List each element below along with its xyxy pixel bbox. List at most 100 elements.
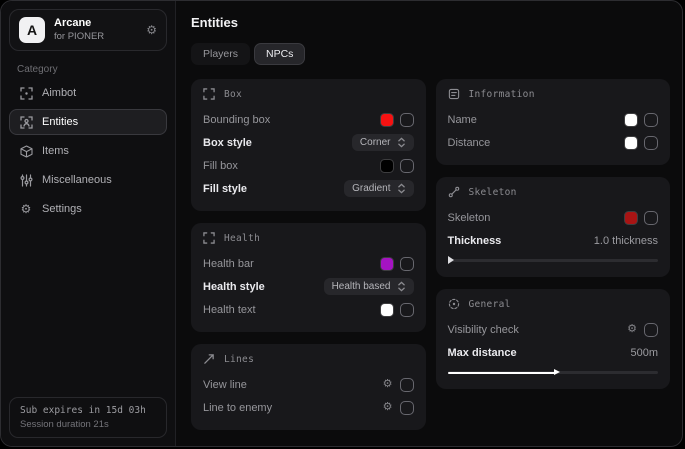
setting-row-box-style: Box style Corner bbox=[203, 131, 414, 154]
app-window: A Arcane for PIONER ⚙ Category Aimbot bbox=[0, 0, 683, 447]
sidebar-item-label: Entities bbox=[42, 116, 78, 128]
dropdown-value: Gradient bbox=[352, 183, 390, 194]
sidebar-item-aimbot[interactable]: Aimbot bbox=[9, 80, 167, 106]
information-icon bbox=[448, 88, 461, 101]
checkbox[interactable] bbox=[400, 113, 414, 127]
card-title: General bbox=[469, 299, 511, 310]
card-title: Health bbox=[224, 233, 260, 244]
checkbox[interactable] bbox=[644, 136, 658, 150]
gear-icon[interactable]: ⚙ bbox=[146, 23, 157, 37]
card-title: Information bbox=[469, 89, 535, 100]
setting-row-line-to-enemy: Line to enemy ⚙ bbox=[203, 396, 414, 419]
setting-label: Box style bbox=[203, 137, 252, 149]
tab-bar: Players NPCs bbox=[191, 43, 670, 65]
checkbox[interactable] bbox=[400, 401, 414, 415]
setting-row-health-text: Health text bbox=[203, 298, 414, 321]
fill-style-dropdown[interactable]: Gradient bbox=[344, 180, 413, 197]
color-swatch[interactable] bbox=[625, 137, 637, 149]
skeleton-card: Skeleton Skeleton Thickness 1.0 thicknes… bbox=[436, 177, 671, 277]
sidebar-item-label: Items bbox=[42, 145, 69, 157]
slider-handle[interactable] bbox=[448, 256, 454, 264]
category-label: Category bbox=[17, 64, 167, 75]
setting-row-health-style: Health style Health based bbox=[203, 275, 414, 298]
gear-icon[interactable]: ⚙ bbox=[383, 379, 393, 390]
corner-brackets-icon bbox=[203, 232, 216, 245]
tab-players[interactable]: Players bbox=[191, 43, 250, 65]
app-title-block: Arcane for PIONER bbox=[54, 17, 104, 43]
chevron-updown-icon bbox=[397, 281, 406, 292]
thickness-value: 1.0 thickness bbox=[594, 235, 658, 247]
dropdown-value: Health based bbox=[332, 281, 391, 292]
checkbox[interactable] bbox=[400, 159, 414, 173]
checkbox[interactable] bbox=[400, 257, 414, 271]
gear-icon[interactable]: ⚙ bbox=[627, 324, 637, 335]
general-card: General Visibility check ⚙ Max distance … bbox=[436, 289, 671, 389]
slider-fill[interactable] bbox=[448, 372, 555, 374]
card-title: Box bbox=[224, 89, 242, 100]
checkbox[interactable] bbox=[400, 378, 414, 392]
setting-row-skeleton: Skeleton bbox=[448, 206, 659, 229]
setting-row-distance: Distance bbox=[448, 131, 659, 154]
max-distance-slider[interactable] bbox=[448, 367, 659, 378]
setting-label: Health style bbox=[203, 281, 265, 293]
setting-label: Name bbox=[448, 114, 477, 126]
checkbox[interactable] bbox=[644, 211, 658, 225]
health-style-dropdown[interactable]: Health based bbox=[324, 278, 414, 295]
chevron-updown-icon bbox=[397, 183, 406, 194]
setting-row-max-distance: Max distance 500m bbox=[448, 341, 659, 364]
settings-columns: Box Bounding box Box style Corner bbox=[191, 79, 670, 430]
setting-label: Line to enemy bbox=[203, 402, 272, 414]
setting-row-view-line: View line ⚙ bbox=[203, 373, 414, 396]
setting-label: Fill box bbox=[203, 160, 238, 172]
app-subtitle: for PIONER bbox=[54, 31, 104, 43]
subscription-card: Sub expires in 15d 03h Session duration … bbox=[9, 397, 167, 438]
color-swatch[interactable] bbox=[381, 160, 393, 172]
card-title: Skeleton bbox=[469, 187, 517, 198]
slider-track bbox=[448, 259, 659, 262]
sidebar-item-label: Miscellaneous bbox=[42, 174, 112, 186]
app-logo-card: A Arcane for PIONER ⚙ bbox=[9, 9, 167, 51]
box-card-header: Box bbox=[203, 88, 414, 101]
checkbox[interactable] bbox=[644, 113, 658, 127]
gear-icon: ⚙ bbox=[19, 202, 33, 216]
package-icon bbox=[19, 144, 33, 158]
general-icon bbox=[448, 298, 461, 311]
setting-row-name: Name bbox=[448, 108, 659, 131]
color-swatch[interactable] bbox=[625, 114, 637, 126]
card-title: Lines bbox=[224, 354, 254, 365]
setting-label: Thickness bbox=[448, 235, 502, 247]
sidebar-item-settings[interactable]: ⚙ Settings bbox=[9, 196, 167, 222]
setting-label: Visibility check bbox=[448, 324, 519, 336]
gear-icon[interactable]: ⚙ bbox=[383, 402, 393, 413]
app-logo: A bbox=[19, 17, 45, 43]
dropdown-value: Corner bbox=[360, 137, 391, 148]
sub-expires-text: Sub expires in 15d 03h bbox=[20, 405, 156, 416]
setting-label: Bounding box bbox=[203, 114, 270, 126]
sidebar-item-items[interactable]: Items bbox=[9, 138, 167, 164]
lines-card: Lines View line ⚙ Line to enemy ⚙ bbox=[191, 344, 426, 430]
app-name: Arcane bbox=[54, 17, 104, 31]
box-style-dropdown[interactable]: Corner bbox=[352, 134, 414, 151]
setting-row-thickness: Thickness 1.0 thickness bbox=[448, 229, 659, 252]
health-card-header: Health bbox=[203, 232, 414, 245]
sliders-icon bbox=[19, 173, 33, 187]
chevron-updown-icon bbox=[397, 137, 406, 148]
sidebar-item-label: Aimbot bbox=[42, 87, 76, 99]
left-column: Box Bounding box Box style Corner bbox=[191, 79, 426, 430]
max-distance-value: 500m bbox=[630, 347, 658, 359]
color-swatch[interactable] bbox=[381, 258, 393, 270]
health-card: Health Health bar Health style Health ba… bbox=[191, 223, 426, 332]
sidebar-item-entities[interactable]: Entities bbox=[9, 109, 167, 135]
checkbox[interactable] bbox=[644, 323, 658, 337]
setting-row-fill-style: Fill style Gradient bbox=[203, 177, 414, 200]
color-swatch[interactable] bbox=[625, 212, 637, 224]
sidebar-item-miscellaneous[interactable]: Miscellaneous bbox=[9, 167, 167, 193]
checkbox[interactable] bbox=[400, 303, 414, 317]
tab-npcs[interactable]: NPCs bbox=[254, 43, 305, 65]
thickness-slider[interactable] bbox=[448, 255, 659, 266]
sidebar-item-label: Settings bbox=[42, 203, 82, 215]
color-swatch[interactable] bbox=[381, 304, 393, 316]
color-swatch[interactable] bbox=[381, 114, 393, 126]
setting-row-fill-box: Fill box bbox=[203, 154, 414, 177]
information-card-header: Information bbox=[448, 88, 659, 101]
